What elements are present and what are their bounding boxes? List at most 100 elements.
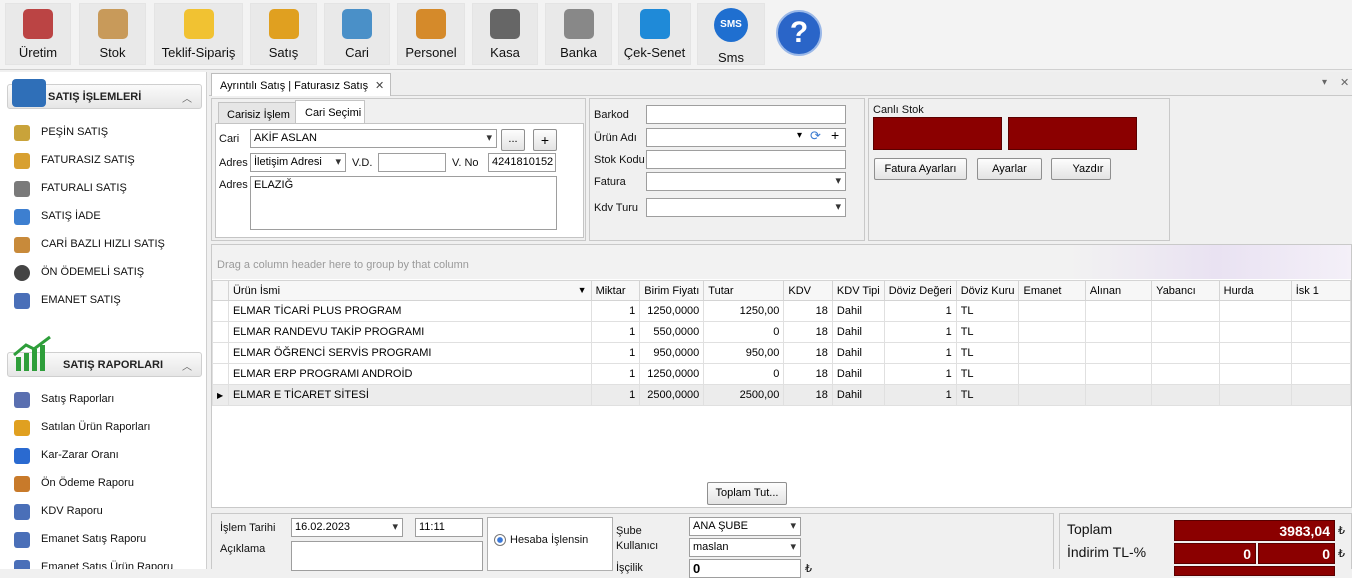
cell-hurda[interactable] bbox=[1218, 363, 1292, 385]
cari-more-button[interactable]: ... bbox=[501, 129, 525, 151]
cell-miktar[interactable]: 1 bbox=[590, 300, 641, 322]
uretim-button[interactable]: Üretim bbox=[5, 3, 71, 65]
cell-doviz-degeri[interactable]: 1 bbox=[883, 363, 957, 385]
cek-senet-button[interactable]: Çek-Senet bbox=[618, 3, 691, 65]
cell-tutar[interactable]: 2500,00 bbox=[703, 384, 785, 406]
cell-isk1[interactable] bbox=[1290, 342, 1351, 364]
cell-doviz-degeri[interactable]: 1 bbox=[883, 384, 957, 406]
teklif-siparis-button[interactable]: Teklif-Sipariş bbox=[154, 3, 243, 65]
col-yabanci[interactable]: Yabancı bbox=[1151, 280, 1220, 301]
cell-urun-ismi[interactable]: ELMAR TİCARİ PLUS PROGRAM bbox=[227, 300, 592, 322]
vno-input[interactable]: 4241810152 bbox=[488, 153, 556, 172]
cell-alinan[interactable] bbox=[1084, 342, 1153, 364]
kdv-turu-select[interactable] bbox=[646, 198, 846, 217]
sidebar-item-emanet-satis-raporu[interactable]: Emanet Satış Raporu bbox=[14, 529, 204, 551]
sidebar-item-kar-zarar-orani[interactable]: Kar-Zarar Oranı bbox=[14, 445, 204, 467]
cell-miktar[interactable]: 1 bbox=[590, 342, 641, 364]
cell-kdv[interactable]: 18 bbox=[783, 300, 833, 322]
cell-doviz-degeri[interactable]: 1 bbox=[883, 342, 957, 364]
row-indicator[interactable] bbox=[212, 321, 229, 343]
cell-urun-ismi[interactable]: ELMAR RANDEVU TAKİP PROGRAMI bbox=[227, 321, 592, 343]
tab-ayrintili-satis[interactable]: Ayrıntılı Satış | Faturasız Satış ✕ bbox=[211, 73, 391, 96]
row-indicator[interactable] bbox=[212, 363, 229, 385]
close-icon[interactable]: ✕ bbox=[375, 79, 384, 92]
cell-kdv-tipi[interactable]: Dahil bbox=[831, 384, 885, 406]
cell-yabanci[interactable] bbox=[1151, 384, 1220, 406]
sidebar-item-satilan-urun-raporlari[interactable]: Satılan Ürün Raporları bbox=[14, 417, 204, 439]
cell-hurda[interactable] bbox=[1218, 384, 1292, 406]
sidebar-item-emanet-satis[interactable]: EMANET SATIŞ bbox=[14, 290, 204, 312]
close-window-icon[interactable]: ✕ bbox=[1340, 76, 1349, 89]
cell-emanet[interactable] bbox=[1018, 321, 1086, 343]
cell-alinan[interactable] bbox=[1084, 384, 1153, 406]
yazdir-button[interactable]: Yazdır bbox=[1051, 158, 1111, 180]
satis-button[interactable]: Satış bbox=[250, 3, 317, 65]
cell-alinan[interactable] bbox=[1084, 363, 1153, 385]
cell-urun-ismi[interactable]: ELMAR E TİCARET SİTESİ bbox=[227, 384, 592, 406]
cell-hurda[interactable] bbox=[1218, 321, 1292, 343]
cell-doviz-degeri[interactable]: 1 bbox=[883, 300, 957, 322]
cari-select[interactable]: AKİF ASLAN bbox=[250, 129, 497, 148]
tab-list-icon[interactable]: ▾ bbox=[1322, 77, 1327, 88]
sidebar-item-satis-iade[interactable]: SATIŞ İADE bbox=[14, 206, 204, 228]
cell-kdv[interactable]: 18 bbox=[783, 384, 833, 406]
cell-doviz-kuru[interactable]: TL bbox=[955, 321, 1020, 343]
cell-birim-fiyati[interactable]: 550,0000 bbox=[639, 321, 705, 343]
cell-emanet[interactable] bbox=[1018, 384, 1086, 406]
col-miktar[interactable]: Miktar bbox=[590, 280, 641, 301]
cell-kdv-tipi[interactable]: Dahil bbox=[831, 363, 885, 385]
sidebar-item-cari-bazli-hizli-satis[interactable]: CARİ BAZLI HIZLI SATIŞ bbox=[14, 234, 204, 256]
group-satis-raporlari[interactable]: SATIŞ RAPORLARI ︿ bbox=[7, 335, 202, 377]
col-urun-ismi[interactable]: Ürün İsmi ▼ bbox=[227, 280, 592, 301]
row-indicator[interactable]: ▶ bbox=[212, 384, 229, 406]
cell-miktar[interactable]: 1 bbox=[590, 321, 641, 343]
banka-button[interactable]: Banka bbox=[545, 3, 612, 65]
cell-kdv[interactable]: 18 bbox=[783, 321, 833, 343]
table-row[interactable]: ELMAR TİCARİ PLUS PROGRAM 1 1250,0000 1250,… bbox=[212, 300, 1351, 322]
kullanici-select[interactable]: maslan bbox=[689, 538, 801, 557]
cell-doviz-kuru[interactable]: TL bbox=[955, 363, 1020, 385]
cell-kdv-tipi[interactable]: Dahil bbox=[831, 300, 885, 322]
collapse-icon[interactable]: ︿ bbox=[182, 90, 192, 105]
cell-emanet[interactable] bbox=[1018, 363, 1086, 385]
cell-birim-fiyati[interactable]: 1250,0000 bbox=[639, 363, 705, 385]
cell-alinan[interactable] bbox=[1084, 300, 1153, 322]
cell-tutar[interactable]: 950,00 bbox=[703, 342, 785, 364]
cell-tutar[interactable]: 1250,00 bbox=[703, 300, 785, 322]
cari-add-button[interactable]: + bbox=[533, 129, 557, 151]
cell-emanet[interactable] bbox=[1018, 342, 1086, 364]
cell-yabanci[interactable] bbox=[1151, 321, 1220, 343]
filter-dropdown-icon[interactable]: ▼ bbox=[578, 285, 587, 295]
cell-urun-ismi[interactable]: ELMAR ÖĞRENCİ SERVİS PROGRAMI bbox=[227, 342, 592, 364]
sidebar-item-on-odemeli-satis[interactable]: ÖN ÖDEMELİ SATIŞ bbox=[14, 262, 204, 284]
tab-cari-secimi[interactable]: Cari Seçimi bbox=[295, 100, 365, 124]
row-indicator[interactable] bbox=[212, 300, 229, 322]
cari-button[interactable]: Cari bbox=[324, 3, 390, 65]
barkod-input[interactable] bbox=[646, 105, 846, 124]
ayarlar-button[interactable]: Ayarlar bbox=[977, 158, 1042, 180]
cell-birim-fiyati[interactable]: 950,0000 bbox=[639, 342, 705, 364]
adres-textarea[interactable]: ELAZIĞ bbox=[250, 176, 557, 230]
fatura-select[interactable] bbox=[646, 172, 846, 191]
saat-input[interactable]: 11:11 bbox=[415, 518, 483, 537]
cell-kdv[interactable]: 18 bbox=[783, 342, 833, 364]
cell-isk1[interactable] bbox=[1290, 384, 1351, 406]
cell-kdv[interactable]: 18 bbox=[783, 363, 833, 385]
toplam-tut-button[interactable]: Toplam Tut... bbox=[707, 482, 787, 505]
group-satis-islemleri[interactable]: SATIŞ İŞLEMLERİ ︿ bbox=[7, 79, 202, 109]
refresh-icon[interactable]: ⟳ bbox=[810, 129, 821, 144]
fatura-ayarlari-button[interactable]: Fatura Ayarları bbox=[874, 158, 967, 180]
col-birim-fiyati[interactable]: Birim Fiyatı bbox=[639, 280, 705, 301]
cell-miktar[interactable]: 1 bbox=[590, 363, 641, 385]
col-alinan[interactable]: Alınan bbox=[1084, 280, 1153, 301]
col-doviz-degeri[interactable]: Döviz Değeri bbox=[883, 280, 957, 301]
col-tutar[interactable]: Tutar bbox=[703, 280, 785, 301]
sidebar-item-emanet-satis-urun-raporu[interactable]: Emanet Satış Ürün Raporu bbox=[14, 557, 204, 569]
group-panel[interactable]: Drag a column header here to group by th… bbox=[212, 245, 1351, 279]
indirim-pct-input[interactable]: 0 bbox=[1258, 543, 1335, 564]
cell-doviz-kuru[interactable]: TL bbox=[955, 342, 1020, 364]
cell-tutar[interactable]: 0 bbox=[703, 363, 785, 385]
collapse-icon[interactable]: ︿ bbox=[182, 358, 192, 373]
cell-yabanci[interactable] bbox=[1151, 363, 1220, 385]
cell-tutar[interactable]: 0 bbox=[703, 321, 785, 343]
